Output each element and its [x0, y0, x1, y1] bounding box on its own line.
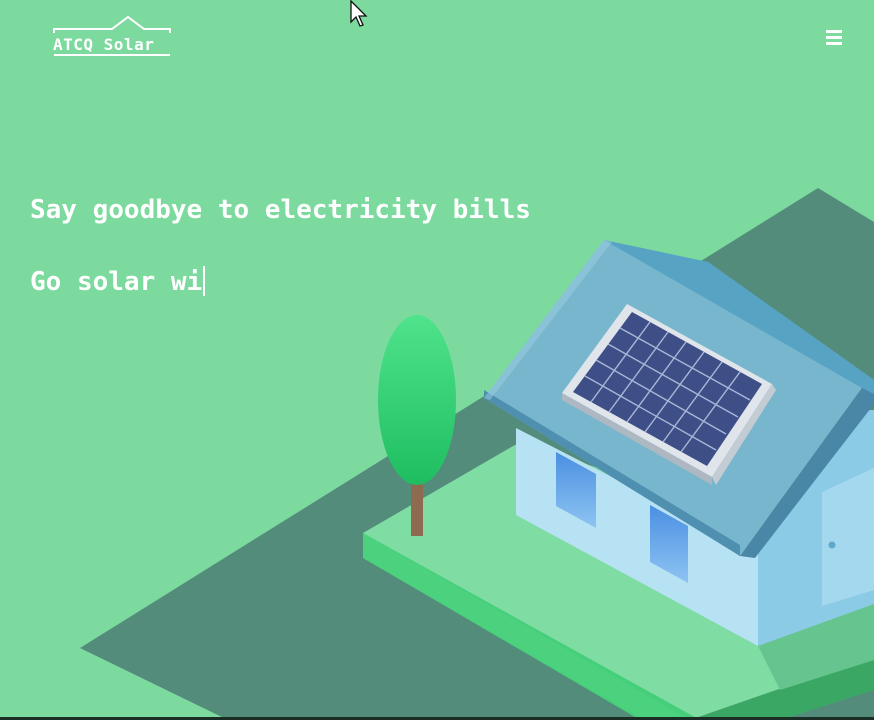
typing-caret	[203, 266, 206, 296]
menu-bar	[826, 42, 842, 45]
tree-canopy	[378, 315, 456, 485]
mouse-pointer-icon	[350, 0, 368, 27]
logo-text: ATCQ Solar	[53, 35, 155, 54]
hamburger-menu-icon[interactable]	[826, 30, 842, 45]
typewriter-text: Go solar wi	[30, 267, 203, 297]
hero-headline: Say goodbye to electricity bills	[30, 195, 531, 225]
menu-bar	[826, 30, 842, 33]
solar-house-illustration	[80, 188, 874, 720]
menu-bar	[826, 36, 842, 39]
hero-typewriter-line: Go solar wi	[30, 266, 206, 297]
logo[interactable]: ATCQ Solar	[52, 14, 172, 60]
tree-trunk	[411, 482, 423, 536]
